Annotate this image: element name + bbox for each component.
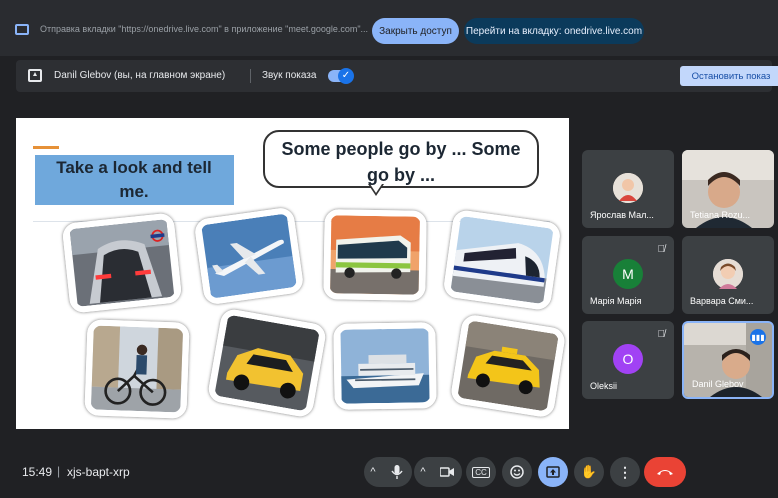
divider	[250, 69, 251, 83]
participant-tile[interactable]: Варвара Сми...	[682, 236, 774, 314]
separator: |	[57, 464, 61, 478]
more-vertical-icon: ⋮	[618, 463, 632, 480]
sharing-message: Отправка вкладки "https://onedrive.live.…	[40, 24, 369, 34]
tab-share-icon	[15, 24, 29, 35]
participant-tile[interactable]: 🎙̸ M Марія Марія	[582, 236, 674, 314]
slide-title: Take a look and tell me.	[56, 158, 212, 201]
participant-name: Варвара Сми...	[690, 296, 754, 306]
stop-presenting-button[interactable]: Остановить показ	[680, 66, 778, 86]
participant-avatar	[613, 173, 643, 203]
participant-avatar: M	[613, 259, 643, 289]
camera-options-chevron-icon[interactable]: ^	[414, 457, 432, 487]
participant-tile[interactable]: Ярослав Мал...	[582, 150, 674, 228]
airplane-photo	[193, 206, 305, 306]
car-photo	[206, 307, 328, 419]
participant-name: Danil Glebov	[692, 379, 744, 389]
close-access-button[interactable]: Закрыть доступ	[372, 18, 459, 44]
accent-line	[33, 146, 59, 149]
hang-up-icon	[657, 470, 673, 475]
present-screen-icon	[546, 466, 560, 478]
clock: 15:49	[22, 465, 53, 479]
camera-button[interactable]	[432, 457, 462, 487]
captions-icon: CC	[472, 466, 490, 478]
mic-control-group: ^	[364, 457, 412, 487]
hand-icon: ✋	[580, 464, 598, 479]
underground-train-photo	[61, 212, 183, 314]
participant-avatar	[713, 259, 743, 289]
mic-options-chevron-icon[interactable]: ^	[364, 457, 382, 487]
camera-control-group: ^	[414, 457, 462, 487]
bus-photo	[323, 209, 427, 301]
meeting-code: xjs-bapt-xrp	[67, 465, 130, 479]
shared-slide: Take a look and tell me. Some people go …	[16, 118, 569, 429]
participant-name: Tetiana Rozu...	[690, 210, 751, 220]
bicycle-photo	[84, 319, 190, 419]
meet-window: Отправка вкладки "https://onedrive.live.…	[0, 0, 778, 498]
participant-tile-self[interactable]: ▮▮▮ Danil Glebov	[682, 321, 774, 399]
presentation-bar: Danil Glebov (вы, на главном экране) Зву…	[16, 60, 778, 92]
leave-call-button[interactable]	[644, 457, 686, 487]
present-screen-icon	[28, 69, 42, 82]
participant-avatar: O	[613, 344, 643, 374]
speaking-indicator-icon: ▮▮▮	[750, 329, 766, 345]
go-to-tab-button[interactable]: Перейти на вкладку: onedrive.live.com	[464, 18, 644, 44]
presenter-label: Danil Glebov (вы, на главном экране)	[54, 70, 226, 81]
mic-button[interactable]	[382, 457, 412, 487]
taxi-photo	[449, 313, 567, 419]
captions-button[interactable]: CC	[466, 457, 496, 487]
sharing-notification-bar: Отправка вкладки "https://onedrive.live.…	[0, 0, 778, 56]
participant-tile[interactable]: Tetiana Rozu...	[682, 150, 774, 228]
share-sound-label: Звук показа	[262, 70, 317, 81]
mic-off-icon: 🎙̸	[657, 244, 666, 255]
mic-off-icon: 🎙̸	[657, 329, 666, 340]
checkmark-icon: ✓	[338, 68, 354, 84]
high-speed-train-photo	[442, 208, 562, 312]
participant-tile[interactable]: 🎙̸ O Oleksii	[582, 321, 674, 399]
emoji-icon	[510, 465, 524, 479]
present-now-button[interactable]	[538, 457, 568, 487]
cruise-ship-photo	[333, 322, 437, 410]
raise-hand-button[interactable]: ✋	[574, 457, 604, 487]
emoji-reactions-button[interactable]	[502, 457, 532, 487]
share-sound-toggle[interactable]: ✓	[328, 68, 354, 84]
more-options-button[interactable]: ⋮	[610, 457, 640, 487]
speech-bubble-text: Some people go by ... Some go by ...	[281, 139, 521, 185]
participant-name: Марія Марія	[590, 296, 642, 306]
participant-name: Oleksii	[590, 381, 618, 391]
participant-name: Ярослав Мал...	[590, 210, 654, 220]
